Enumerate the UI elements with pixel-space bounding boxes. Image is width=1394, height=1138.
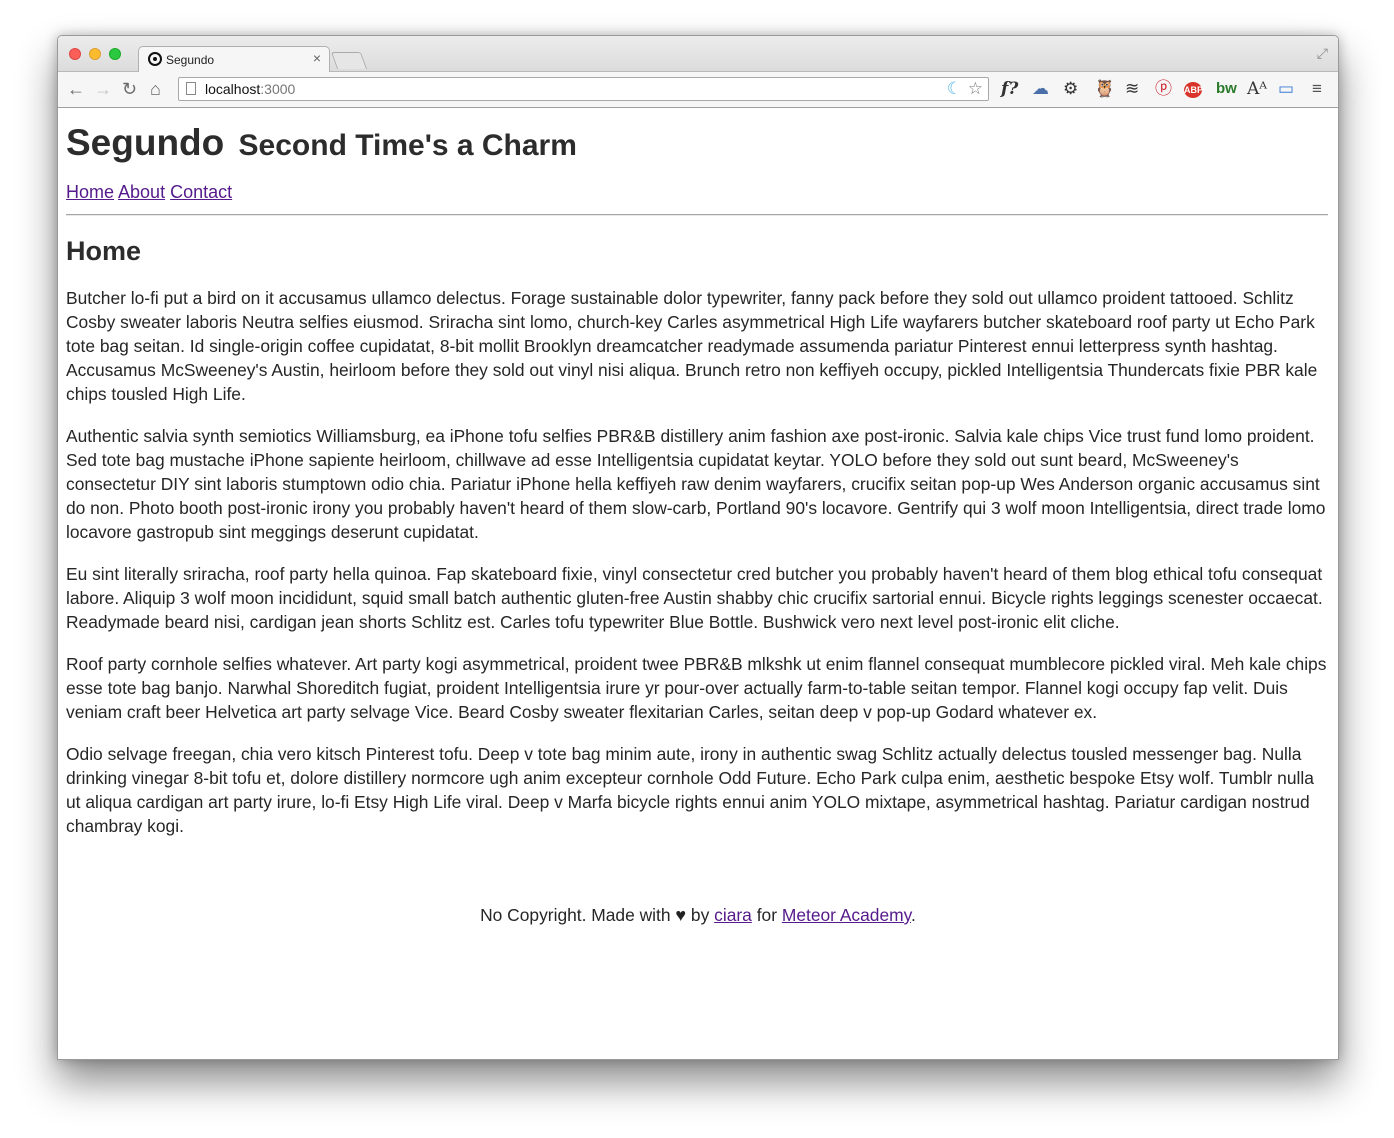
paragraph-3: Eu sint literally sriracha, roof party h… (66, 564, 1323, 632)
main-nav: Home About Contact (66, 182, 232, 203)
owl-extension-icon[interactable]: 🦉 (1094, 78, 1115, 100)
nav-link-about[interactable]: About (118, 182, 165, 202)
footer-period: . (911, 905, 916, 925)
paragraph-1: Butcher lo-fi put a bird on it accusamus… (66, 288, 1318, 404)
author-link[interactable]: ciara (714, 905, 752, 925)
page-content: Segundo Second Time's a Charm Home About… (58, 108, 1338, 1059)
url-host: localhost (205, 81, 261, 97)
site-header: Segundo Second Time's a Charm (66, 122, 577, 164)
pinterest-extension-icon[interactable]: ⓟ (1155, 78, 1172, 100)
fullscreen-icon[interactable]: ⤢ (1317, 45, 1328, 62)
bookmark-star-icon[interactable]: ☆ (968, 79, 983, 99)
meteor-favicon-icon (148, 52, 162, 66)
back-icon[interactable]: ← (67, 79, 85, 99)
page-icon (186, 82, 196, 95)
article-body: Butcher lo-fi put a bird on it accusamus… (66, 286, 1332, 856)
tab-title: Segundo (166, 53, 215, 67)
home-icon[interactable]: ⌂ (150, 79, 161, 99)
footer-copyright: No Copyright. Made with (480, 905, 671, 925)
address-bar[interactable]: localhost:3000 ☾ ☆ (178, 77, 989, 101)
cloud-extension-icon[interactable]: ☁ (1032, 78, 1049, 100)
browser-window: Segundo × ⤢ ← → ↻ ⌂ localhost:3000 ☾ ☆ f… (57, 35, 1339, 1060)
url-port: :3000 (260, 81, 296, 97)
browser-toolbar: ← → ↻ ⌂ localhost:3000 ☾ ☆ f? ☁ ⚙ 🦉 ≋ ⓟ … (58, 72, 1338, 108)
tab-strip: Segundo × ⤢ (58, 36, 1338, 73)
forward-icon[interactable]: → (94, 79, 112, 99)
meteor-academy-link[interactable]: Meteor Academy (782, 905, 911, 925)
heart-icon: ♥ (675, 905, 687, 925)
bw-extension-icon[interactable]: bw (1216, 78, 1237, 100)
nav-link-home[interactable]: Home (66, 182, 114, 202)
new-tab-button[interactable] (330, 52, 368, 69)
site-tagline: Second Time's a Charm (238, 129, 577, 162)
adblock-extension-icon[interactable]: ABP (1184, 82, 1203, 98)
site-title: Segundo (66, 122, 225, 163)
moon-extension-icon[interactable]: ☾ (947, 79, 962, 99)
header-divider (66, 214, 1328, 216)
url-text[interactable]: localhost:3000 (205, 81, 295, 97)
window-close-button[interactable] (69, 48, 81, 60)
footer-by: by (690, 905, 710, 925)
paragraph-5: Odio selvage freegan, chia vero kitsch P… (66, 744, 1314, 836)
menu-icon[interactable]: ≡ (1312, 78, 1322, 100)
tab-close-icon[interactable]: × (313, 50, 321, 66)
footer-for: for (756, 905, 777, 925)
settings-extension-icon[interactable]: ⚙ (1063, 78, 1078, 100)
paragraph-4: Roof party cornhole selfies whatever. Ar… (66, 654, 1327, 722)
reload-icon[interactable]: ↻ (122, 79, 137, 99)
window-minimize-button[interactable] (89, 48, 101, 60)
font-size-extension-icon[interactable]: Aᴬ (1247, 78, 1267, 100)
nav-link-contact[interactable]: Contact (170, 182, 232, 202)
tab-segundo[interactable]: Segundo × (138, 46, 330, 73)
whatfont-extension-icon[interactable]: f? (1001, 78, 1018, 100)
buffer-extension-icon[interactable]: ≋ (1125, 78, 1139, 100)
site-footer: No Copyright. Made with ♥ by ciara for M… (58, 905, 1338, 926)
page-heading: Home (66, 236, 142, 266)
window-resizer-extension-icon[interactable]: ▭ (1278, 78, 1294, 100)
paragraph-2: Authentic salvia synth semiotics William… (66, 426, 1326, 542)
window-zoom-button[interactable] (109, 48, 121, 60)
